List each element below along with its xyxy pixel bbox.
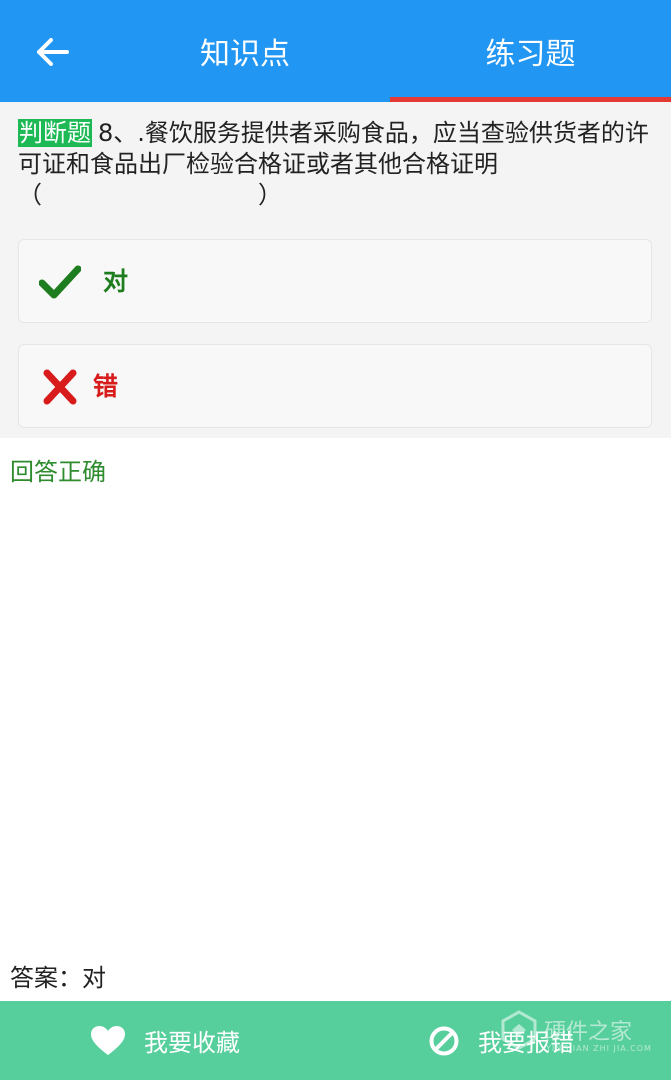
question-text-block: 判断题 8、.餐饮服务提供者采购食品，应当查验供货者的许可证和食品出厂检验合格证或… [18, 118, 658, 211]
answer-text: 答案：对 [10, 964, 106, 992]
tab-exercise[interactable]: 练习题 [390, 0, 671, 102]
option-true[interactable]: 对 [18, 239, 652, 323]
favorite-label: 我要收藏 [144, 1029, 240, 1057]
report-error-button[interactable]: 我要报错 [428, 1001, 574, 1080]
tab-knowledge[interactable]: 知识点 [130, 0, 360, 102]
favorite-button[interactable]: 我要收藏 [90, 1001, 240, 1080]
question-type-badge: 判断题 [18, 119, 92, 147]
option-true-label: 对 [103, 267, 129, 296]
report-error-label: 我要报错 [478, 1029, 574, 1057]
heart-icon [91, 1025, 125, 1055]
question-area: 判断题 8、.餐饮服务提供者采购食品，应当查验供货者的许可证和食品出厂检验合格证或… [0, 102, 671, 438]
bottom-bar: 我要收藏 我要报错 [0, 1001, 671, 1080]
cross-icon [43, 369, 77, 405]
option-false[interactable]: 错 [18, 344, 652, 428]
top-bar: 知识点 练习题 [0, 0, 671, 102]
check-icon [39, 265, 81, 299]
back-arrow-icon [37, 38, 69, 66]
result-text: 回答正确 [10, 458, 106, 486]
back-button[interactable] [30, 32, 74, 72]
option-false-label: 错 [93, 372, 119, 401]
question-text: 8、.餐饮服务提供者采购食品，应当查验供货者的许可证和食品出厂检验合格证或者其他… [18, 119, 649, 209]
prohibit-icon [429, 1026, 459, 1055]
